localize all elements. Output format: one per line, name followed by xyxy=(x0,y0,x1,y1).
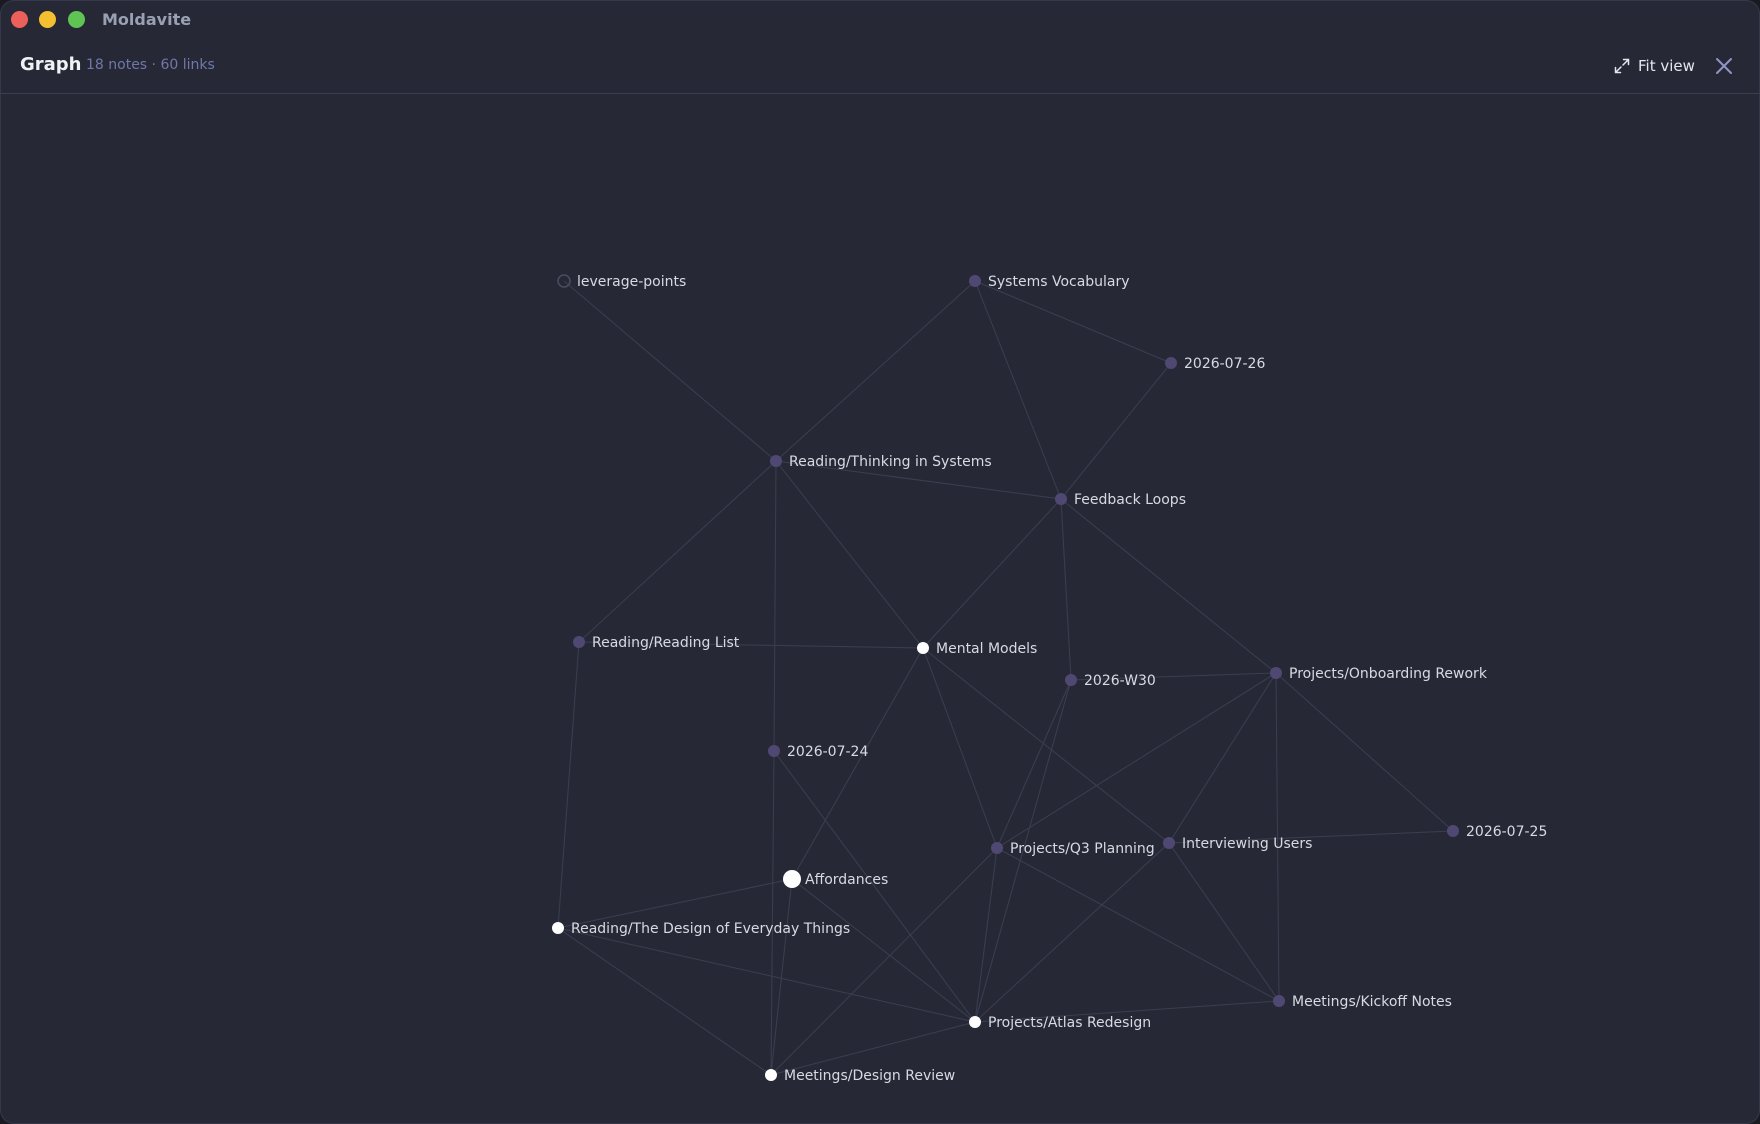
graph-node[interactable]: 2026-W30 xyxy=(1065,673,1156,689)
graph-node-dot[interactable] xyxy=(783,870,801,888)
graph-node-dot[interactable] xyxy=(991,842,1003,854)
graph-edge xyxy=(791,878,976,1023)
graph-node[interactable]: Projects/Q3 Planning xyxy=(991,841,1155,857)
window-close-button[interactable] xyxy=(11,11,28,28)
graph-node[interactable]: Feedback Loops xyxy=(1055,492,1186,508)
graph-nodes: leverage-points Systems Vocabulary 2026-07… xyxy=(552,274,1547,1084)
graph-node[interactable]: Reading/Reading List xyxy=(573,635,740,651)
graph-node-dot[interactable] xyxy=(969,275,981,287)
graph-node-dot[interactable] xyxy=(917,642,929,654)
graph-node[interactable]: Projects/Atlas Redesign xyxy=(969,1015,1151,1031)
graph-node-label: Mental Models xyxy=(936,641,1037,657)
graph-node-dot[interactable] xyxy=(1270,667,1282,679)
graph-node-label: Systems Vocabulary xyxy=(988,274,1130,290)
graph-node-dot[interactable] xyxy=(768,745,780,757)
graph-edge xyxy=(1060,498,1277,674)
graph-node-label: 2026-07-24 xyxy=(787,744,868,760)
graph-node-dot[interactable] xyxy=(1273,995,1285,1007)
window-minimize-button[interactable] xyxy=(39,11,56,28)
fit-view-label: Fit view xyxy=(1638,57,1695,75)
graph-node[interactable]: Meetings/Design Review xyxy=(765,1068,955,1084)
graph-edge xyxy=(1168,842,1280,1002)
graph-edge xyxy=(775,460,924,649)
graph-node-dot[interactable] xyxy=(1447,825,1459,837)
graph-node[interactable]: Systems Vocabulary xyxy=(969,274,1130,290)
graph-edge xyxy=(974,847,998,1023)
graph-node-dot[interactable] xyxy=(765,1069,777,1081)
graph-edge xyxy=(1168,672,1277,844)
graph-node-dot[interactable] xyxy=(969,1016,981,1028)
graph-node-dot[interactable] xyxy=(1065,674,1077,686)
graph-node-label: Feedback Loops xyxy=(1074,492,1186,508)
graph-edge xyxy=(974,842,1170,1023)
graph-canvas[interactable]: leverage-points Systems Vocabulary 2026-07… xyxy=(0,94,1760,1124)
graph-edge xyxy=(996,679,1072,849)
graph-node-dot[interactable] xyxy=(1165,357,1177,369)
graph-header: Graph 18 notes · 60 links Fit view xyxy=(0,40,1760,94)
graph-edge xyxy=(1275,672,1454,832)
close-icon xyxy=(1712,54,1736,78)
graph-edge xyxy=(563,280,777,462)
graph-stats: 18 notes · 60 links xyxy=(86,57,215,73)
graph-edge xyxy=(996,672,1277,849)
graph-node-dot[interactable] xyxy=(1055,493,1067,505)
graph-edge xyxy=(922,647,998,849)
graph-node[interactable]: 2026-07-25 xyxy=(1447,824,1547,840)
graph-edge xyxy=(557,927,976,1023)
graph-node[interactable]: Projects/Onboarding Rework xyxy=(1270,666,1488,682)
graph-edge xyxy=(1060,498,1072,681)
graph-node[interactable]: Interviewing Users xyxy=(1163,836,1312,852)
graph-node[interactable]: Mental Models xyxy=(917,641,1037,657)
graph-edge xyxy=(557,641,580,929)
graph-edge xyxy=(791,647,924,880)
graph-node[interactable]: 2026-07-26 xyxy=(1165,356,1265,372)
graph-node-label: Meetings/Design Review xyxy=(784,1068,955,1084)
graph-node-label: 2026-W30 xyxy=(1084,673,1156,689)
graph-node-label: Reading/The Design of Everyday Things xyxy=(571,921,850,937)
graph-node-dot[interactable] xyxy=(552,922,564,934)
graph-node-label: Projects/Atlas Redesign xyxy=(988,1015,1151,1031)
graph-node[interactable]: Meetings/Kickoff Notes xyxy=(1273,994,1452,1010)
graph-edge xyxy=(578,460,777,643)
graph-edge xyxy=(775,280,976,462)
graph-node[interactable]: 2026-07-24 xyxy=(768,744,868,760)
graph-node-label: 2026-07-25 xyxy=(1466,824,1547,840)
graph-edge xyxy=(557,927,772,1076)
graph-node-dot[interactable] xyxy=(573,636,585,648)
graph-edge xyxy=(770,750,775,1076)
graph-node-label: leverage-points xyxy=(577,274,686,290)
app-window: Moldavite Graph 18 notes · 60 links Fit … xyxy=(0,0,1760,1124)
graph-node-label: Projects/Q3 Planning xyxy=(1010,841,1155,857)
graph-node-label: Reading/Reading List xyxy=(592,635,740,651)
graph-node[interactable]: Reading/Thinking in Systems xyxy=(770,454,992,470)
graph-node[interactable]: Affordances xyxy=(783,870,888,888)
graph-node-label: Interviewing Users xyxy=(1182,836,1312,852)
graph-node-dot[interactable] xyxy=(770,455,782,467)
page-title: Graph xyxy=(20,54,82,75)
graph-node-dot[interactable] xyxy=(1163,837,1175,849)
window-maximize-button[interactable] xyxy=(68,11,85,28)
graph-edge xyxy=(974,280,1172,364)
graph-node[interactable]: leverage-points xyxy=(557,274,686,290)
graph-edge xyxy=(773,460,777,752)
graph-node[interactable]: Reading/The Design of Everyday Things xyxy=(552,921,850,937)
title-bar: Moldavite xyxy=(0,0,1760,40)
graph-edge xyxy=(1060,362,1172,500)
fit-view-button[interactable]: Fit view xyxy=(1614,53,1695,79)
graph-node-label: 2026-07-26 xyxy=(1184,356,1265,372)
expand-arrows-icon xyxy=(1614,58,1630,74)
close-graph-button[interactable] xyxy=(1712,54,1736,78)
graph-node-label: Affordances xyxy=(805,872,888,888)
graph-node-label: Projects/Onboarding Rework xyxy=(1289,666,1488,682)
graph-node-label: Meetings/Kickoff Notes xyxy=(1292,994,1452,1010)
app-title: Moldavite xyxy=(102,10,192,29)
graph-edge xyxy=(922,498,1062,649)
graph-node-label: Reading/Thinking in Systems xyxy=(789,454,992,470)
